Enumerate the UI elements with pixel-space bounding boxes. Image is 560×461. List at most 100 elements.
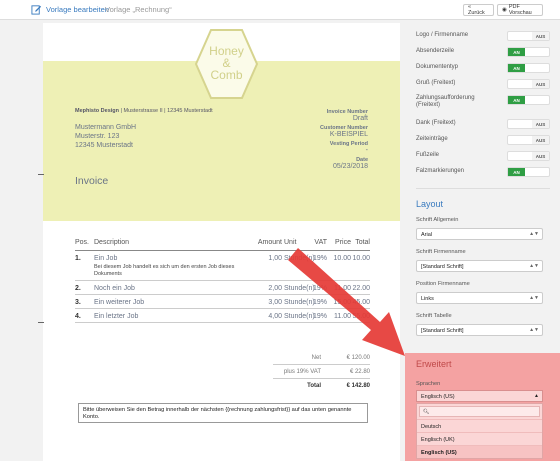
payment-note[interactable]: Bitte überweisen Sie den Betrag innerhal… [78, 403, 368, 423]
chevron-up-icon: ▲ [534, 393, 539, 399]
totals-block: Net € 120.00 plus 19% VAT € 22.80 Total … [273, 351, 370, 393]
font-table-select[interactable]: [Standard Schrift] ▲▼ [416, 324, 543, 336]
row-pos: 1. [75, 255, 81, 262]
recipient-line: Mustermann GmbH [75, 124, 137, 131]
row-pos: 3. [75, 299, 81, 306]
col-header: Total [355, 239, 370, 246]
toggle-state: AUS [532, 152, 549, 160]
row-amount: 2,00 [268, 285, 282, 292]
chevron-down-icon: ▲▼ [529, 295, 539, 301]
col-header: Price [335, 239, 351, 246]
row-price: 11.00 [334, 285, 351, 292]
edit-icon [31, 5, 42, 15]
select-value: [Standard Schrift] [421, 264, 464, 270]
font-company-select[interactable]: [Standard Schrift] ▲▼ [416, 260, 543, 272]
fold-mark [38, 174, 44, 175]
toggle-state: AUS [532, 80, 549, 88]
dropdown-search-input[interactable]: 🔍︎ [419, 406, 540, 417]
totals-label: Net [311, 354, 321, 361]
row-vat: 19% [312, 285, 327, 292]
row-desc: Ein letzter Job [94, 313, 139, 320]
language-select[interactable]: Englisch (US) ▲ [416, 390, 543, 402]
row-desc: Ein weiterer Job [94, 299, 145, 306]
table-header: Pos. Description Amount Unit VAT Price T… [75, 239, 370, 251]
totals-row: Total € 142.80 [273, 379, 370, 393]
sender-name: Mephisto Design [75, 108, 120, 114]
row-unit: Stunde(n) [284, 285, 315, 292]
sender-line: Mephisto Design | Musterstrasse II | 123… [75, 108, 213, 114]
toggle-switch[interactable]: AUS [507, 119, 550, 129]
toggle-switch[interactable]: AUS [507, 151, 550, 161]
toggle-switch[interactable]: AUS [507, 31, 550, 41]
meta-value: Draft [352, 115, 368, 122]
advanced-section: Erweitert Sprachen Englisch (US) ▲ 🔍︎ Deu… [405, 353, 560, 461]
toggle-switch[interactable]: AN [507, 95, 550, 105]
logo-line: Comb [210, 68, 243, 82]
back-button[interactable]: « Zurück [463, 4, 494, 16]
settings-panel: Logo / Firmenname AUS Absenderzeile AN D… [405, 23, 560, 461]
select-value: Englisch (US) [421, 394, 455, 400]
field-label: Position Firmenname [416, 281, 470, 287]
row-total: 10.00 [352, 255, 370, 262]
advanced-title: Erweitert [416, 359, 452, 369]
row-total: 55.00 [352, 313, 370, 320]
meta-value: 05/23/2018 [332, 163, 368, 170]
field-label: Schrift Firmenname [416, 249, 466, 255]
toggle-state: AUS [532, 32, 549, 40]
page-title: Vorlage bearbeiten [46, 5, 109, 14]
dropdown-option[interactable]: Englisch (UK) [417, 432, 542, 445]
dropdown-option-selected[interactable]: Englisch (US) [417, 445, 542, 458]
row-desc: Ein Job Bei diesem Job handelt es sich u… [94, 255, 241, 280]
toggle-switch[interactable]: AN [507, 47, 550, 57]
select-value: Arial [421, 232, 433, 238]
field-label: Schrift Allgemein [416, 217, 459, 223]
row-unit: Stunde(n) [284, 313, 315, 320]
toggle-state: AN [508, 96, 525, 104]
recipient-line: Musterstr. 123 [75, 133, 120, 140]
toggle-row-fold: Falzmarkierungen AN [416, 166, 550, 180]
font-general-select[interactable]: Arial ▲▼ [416, 228, 543, 240]
chevron-down-icon: ▲▼ [529, 263, 539, 269]
top-bar: Vorlage bearbeiten Vorlage „Rechnung“ « … [0, 0, 560, 20]
row-desc: Noch ein Job [94, 285, 135, 292]
dropdown-option[interactable]: Deutsch [417, 419, 542, 432]
toggle-state: AUS [532, 120, 549, 128]
divider [416, 188, 550, 189]
pdf-preview-button[interactable]: ◉ PDF Vorschau [497, 4, 543, 16]
table-row: 4. Ein letzter Job 4,00 Stunde(n) 19% 11… [75, 309, 370, 323]
row-total: 45.00 [352, 299, 370, 306]
meta-value: - [365, 147, 368, 154]
document-type: Invoice [75, 175, 109, 187]
toggle-row-greeting: Gruß (Freitext) AUS [416, 78, 550, 92]
toggle-row-time: Zeiteinträge AUS [416, 134, 550, 148]
row-pos: 4. [75, 313, 81, 320]
row-price: 11.00 [334, 313, 351, 320]
row-amount: 3,00 [268, 299, 282, 306]
position-company-select[interactable]: Links ▲▼ [416, 292, 543, 304]
row-unit: Stunde(n) [284, 255, 315, 262]
toggle-switch[interactable]: AN [507, 167, 550, 177]
toggle-row-payment: Zahlungsaufforderung (Freitext) AN [416, 93, 550, 115]
row-price: 10.00 [333, 255, 351, 262]
col-header: VAT [314, 239, 327, 246]
toggle-row-doctype: Dokumententyp AN [416, 62, 550, 76]
toggle-switch[interactable]: AUS [507, 79, 550, 89]
select-value: [Standard Schrift] [421, 328, 464, 334]
pdf-preview-label: PDF Vorschau [508, 4, 532, 16]
field-label: Schrift Tabelle [416, 313, 452, 319]
toggle-switch[interactable]: AN [507, 63, 550, 73]
row-amount: 4,00 [268, 313, 282, 320]
toggle-state: AUS [532, 136, 549, 144]
fold-mark [38, 322, 44, 323]
search-icon: 🔍︎ [423, 408, 430, 415]
row-unit: Stunde(n) [284, 299, 315, 306]
table-row: 1. Ein Job Bei diesem Job handelt es sic… [75, 251, 370, 281]
recipient-address: Mustermann GmbH Musterstr. 123 12345 Mus… [75, 123, 136, 150]
toggle-switch[interactable]: AUS [507, 135, 550, 145]
toggle-label: Zeiteinträge [416, 136, 448, 142]
totals-value: € 22.80 [349, 368, 370, 375]
col-header: Amount [257, 239, 282, 246]
toggle-row-sender: Absenderzeile AN [416, 46, 550, 60]
totals-label: plus 19% VAT [283, 368, 321, 375]
back-button-label: « Zurück [468, 4, 485, 16]
